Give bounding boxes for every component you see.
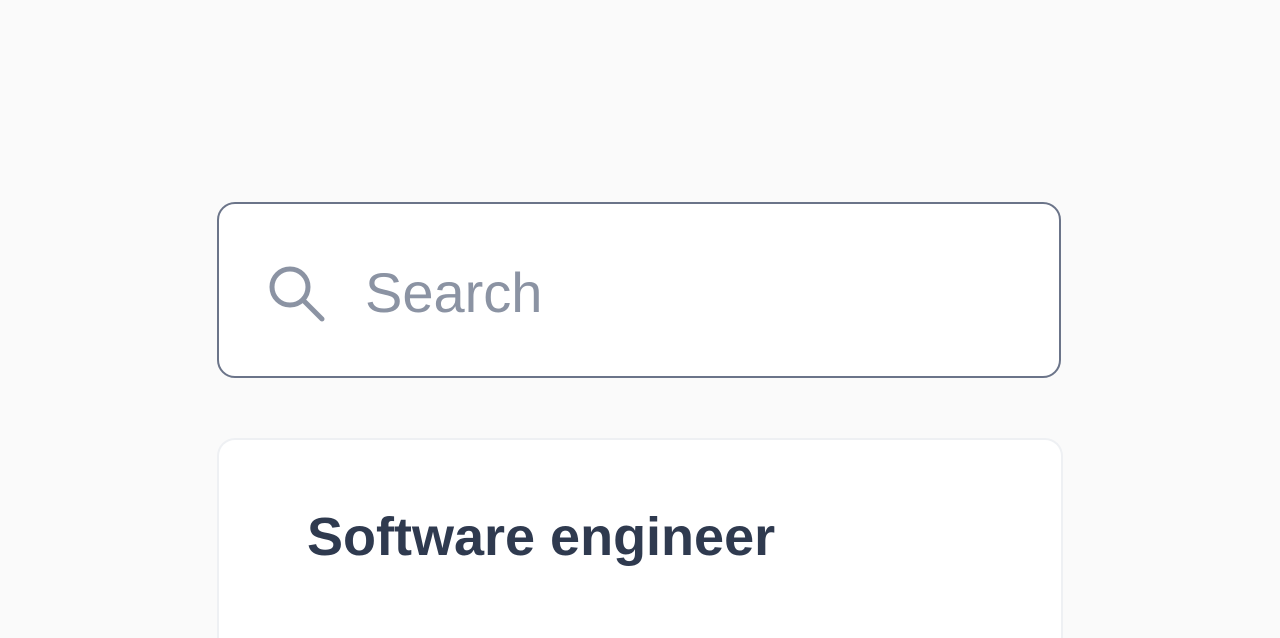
search-input[interactable] (365, 244, 1025, 340)
search-box[interactable] (217, 202, 1061, 378)
job-card[interactable]: Software engineer (217, 438, 1063, 638)
search-icon (266, 263, 328, 325)
job-title[interactable]: Software engineer (307, 510, 775, 564)
